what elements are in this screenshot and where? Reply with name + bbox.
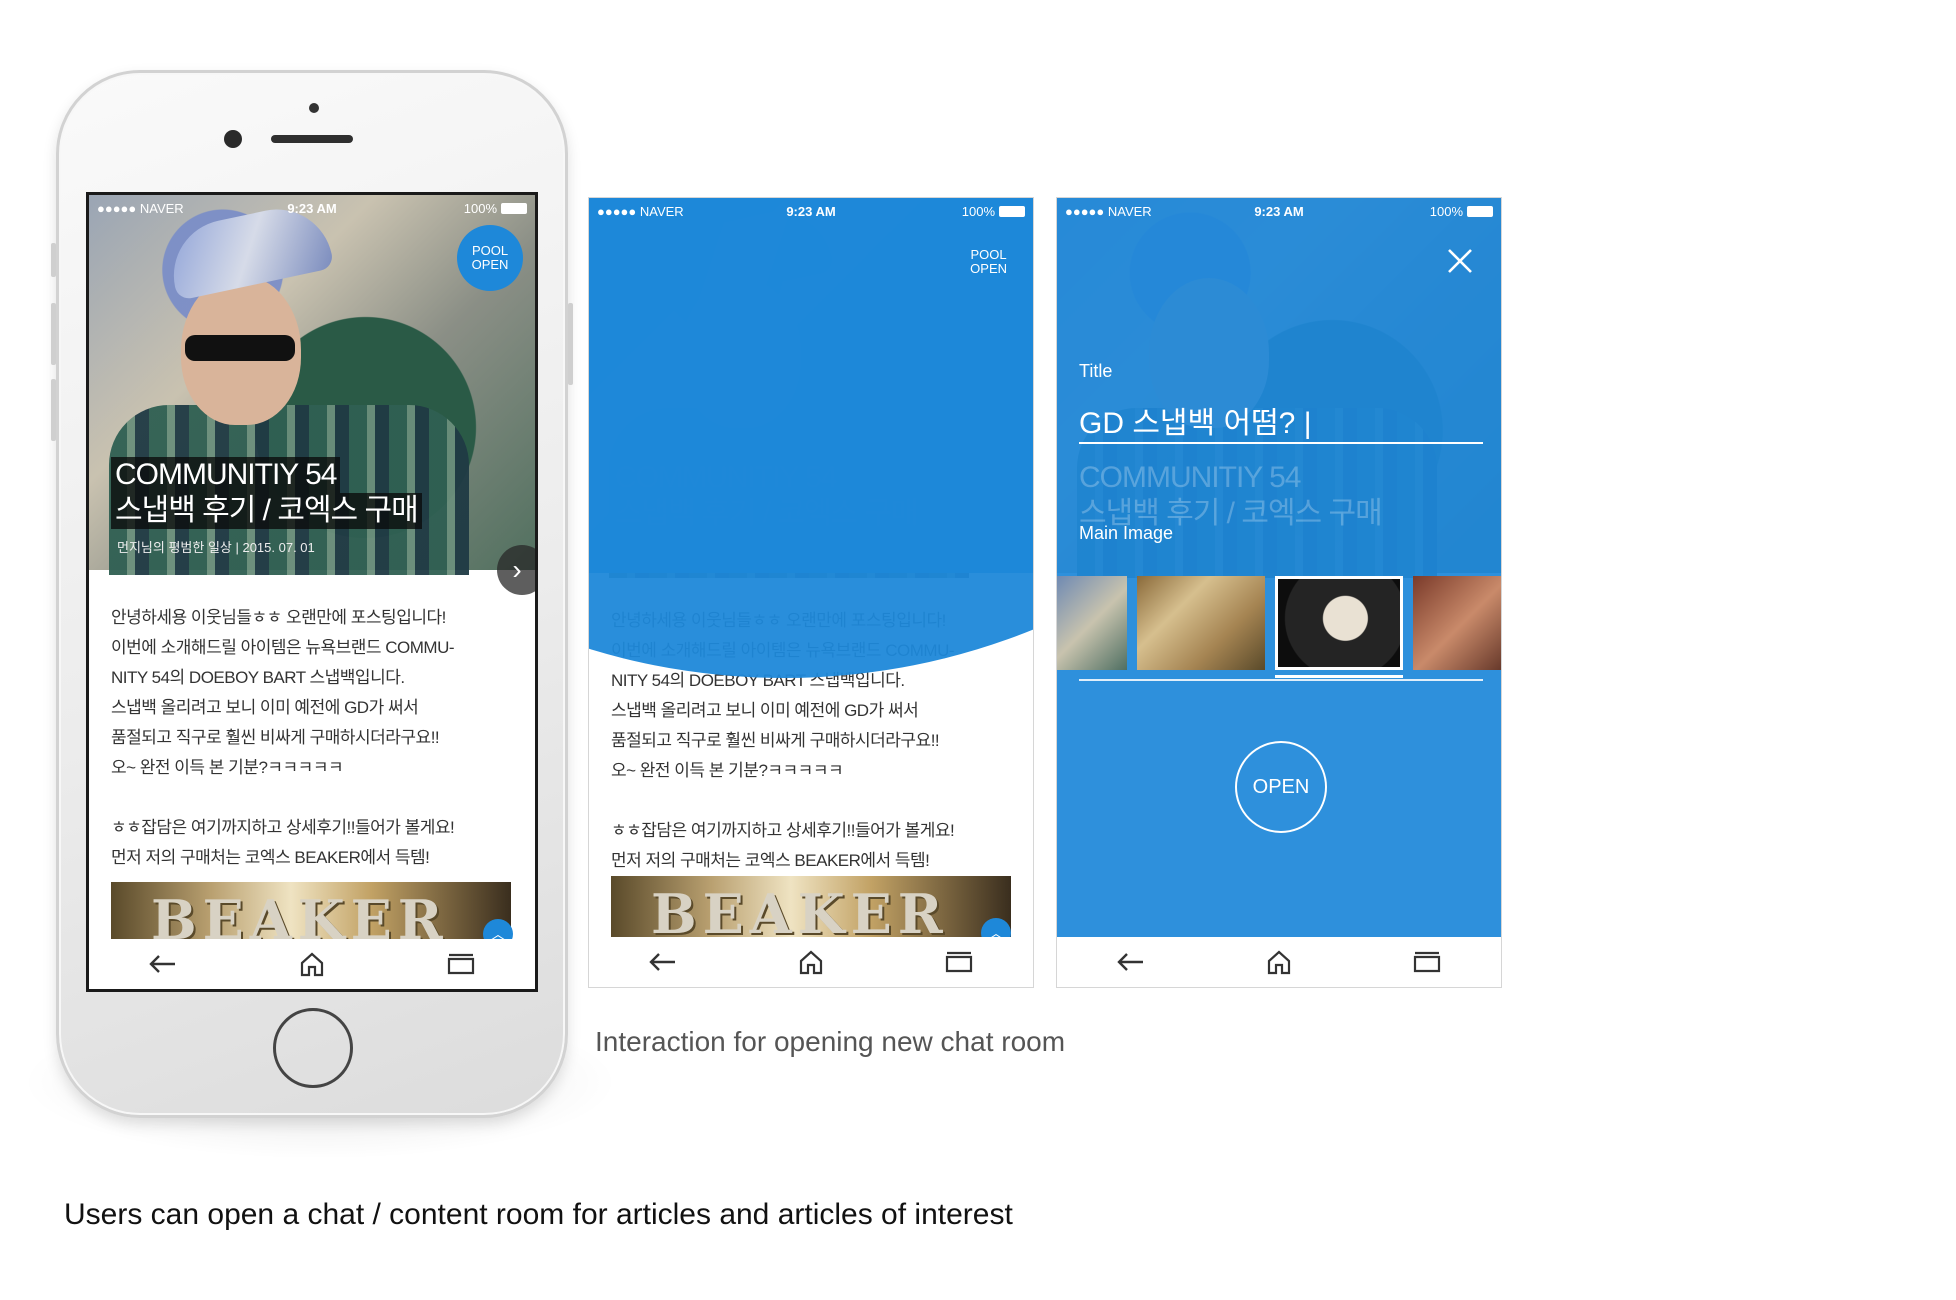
image-thumbnail-selected[interactable] [1275,576,1403,670]
pool-open-label-line2: OPEN [471,257,509,272]
home-icon[interactable] [796,947,826,977]
status-bar: ●●●●● NAVER 9:23 AM 100% [89,195,535,221]
status-carrier: ●●●●● NAVER [597,203,684,219]
article-title-line2: 스냅백 후기 / 코엑스 구매 [111,493,422,529]
image-thumbnail[interactable] [1137,576,1265,670]
body-line: 안녕하세용 이웃님들ㅎㅎ 오랜만에 포스팅입니다! [111,608,446,627]
body-line: 이번에 소개해드릴 아이템은 뉴욕브랜드 COMMU- [111,638,455,657]
transition-screen: COMMUNITIY 54 스냅백 후기 / 코엑스 구매 안녕하세용 이웃님들… [588,197,1034,988]
home-icon[interactable] [297,949,327,979]
phone-volume-up [51,303,56,365]
home-icon[interactable] [1264,947,1294,977]
back-arrow-icon[interactable] [648,947,678,977]
pool-open-button[interactable]: POOL OPEN [457,225,523,291]
article-inline-image: BEAKER [111,882,511,942]
article-meta: 먼지님의 평범한 일상 | 2015. 07. 01 [117,540,315,555]
inline-image-sign-text: BEAKER [651,882,949,942]
tabs-icon[interactable] [446,949,476,979]
status-carrier: ●●●●● NAVER [97,200,184,216]
body-line: 품절되고 직구로 훨씬 비싸게 구매하시더라구요!! [111,728,440,747]
battery-icon [1467,205,1493,217]
expanding-blue-overlay [589,198,1033,950]
open-room-screen: COMMUNITIY 54 스냅백 후기 / 코엑스 구매 ●●●●● NAVE… [1056,197,1502,988]
pool-open-label-line1: POOL [970,247,1007,262]
status-battery: 100% [464,201,527,216]
phone-power-button [568,303,573,385]
title-label: Title [1079,361,1113,381]
main-image-label: Main Image [1079,523,1174,543]
tabs-icon[interactable] [1412,947,1442,977]
status-time: 9:23 AM [1254,203,1304,219]
body-line: ㅎㅎ잡담은 여기까지하고 상세후기!!들어가 볼게요! [111,818,455,837]
status-bar: ●●●●● NAVER 9:23 AM 100% [1057,198,1501,224]
status-time: 9:23 AM [287,200,337,216]
article-title-line1: COMMUNITIY 54 [111,457,341,493]
article-body: 안녕하세용 이웃님들ㅎㅎ 오랜만에 포스팅입니다! 이번에 소개해드릴 아이템은… [111,603,519,903]
body-line: 스냅백 올리려고 보니 이미 예전에 GD가 써서 [111,698,419,717]
status-carrier: ●●●●● NAVER [1065,203,1152,219]
main-image-picker [1057,576,1501,670]
article-headline: COMMUNITIY 54 스냅백 후기 / 코엑스 구매 먼지님의 평범한 일… [111,457,422,556]
close-icon[interactable] [1443,244,1477,278]
battery-icon [999,205,1025,217]
phone-front-camera [224,130,242,148]
back-arrow-icon[interactable] [148,949,178,979]
body-line: 오~ 완전 이득 본 기분?ㅋㅋㅋㅋㅋ [111,758,344,777]
phone-mute-switch [51,243,56,277]
picker-underline [1079,679,1483,681]
back-arrow-icon[interactable] [1116,947,1146,977]
body-line: NITY 54의 DOEBOY BART 스냅백입니다. [111,668,405,687]
chevron-right-icon: › [512,554,522,585]
pool-open-label-line2: OPEN [970,261,1007,276]
body-line: 먼저 저의 구매처는 코엑스 BEAKER에서 득템! [111,848,430,867]
phone-home-button[interactable] [273,1008,353,1088]
interaction-caption: Interaction for opening new chat room [595,1026,1066,1057]
phone-volume-down [51,379,56,441]
battery-percent: 100% [961,203,995,219]
status-time: 9:23 AM [786,203,836,219]
open-button[interactable]: OPEN [1235,741,1327,833]
next-article-button[interactable]: › [497,545,535,595]
bottom-nav [589,937,1033,987]
tabs-icon[interactable] [944,947,974,977]
title-input[interactable] [1079,398,1483,444]
bottom-nav [89,939,535,989]
pool-open-label-line1: POOL [471,243,509,258]
image-thumbnail[interactable] [1057,576,1127,670]
status-battery: 100% [962,204,1025,219]
faded-title-line1: COMMUNITIY 54 [1079,461,1301,494]
phone-sensor [309,103,319,113]
summary-caption: Users can open a chat / content room for… [64,1198,1013,1231]
battery-icon [501,202,527,214]
bottom-nav [1057,937,1501,987]
inline-image-sign-text: BEAKER [151,888,449,942]
hero-glasses-shape [185,335,295,361]
overlay-circle [589,198,1033,678]
article-screen: ●●●●● NAVER 9:23 AM 100% POOL OPEN COMMU… [86,192,538,992]
status-battery: 100% [1430,204,1493,219]
status-bar: ●●●●● NAVER 9:23 AM 100% [589,198,1033,224]
blue-overlay [1057,198,1501,950]
article-paragraph-1: 안녕하세용 이웃님들ㅎㅎ 오랜만에 포스팅입니다! 이번에 소개해드릴 아이템은… [111,603,519,783]
article-inline-image: BEAKER [611,876,1011,942]
image-thumbnail[interactable] [1413,576,1501,670]
article-paragraph-2: ㅎㅎ잡담은 여기까지하고 상세후기!!들어가 볼게요! 먼저 저의 구매처는 코… [111,813,519,873]
battery-percent: 100% [463,200,497,216]
pool-open-button[interactable]: POOL OPEN [970,248,1007,276]
battery-percent: 100% [1429,203,1463,219]
faded-article-title: COMMUNITIY 54 스냅백 후기 / 코엑스 구매 [1079,460,1383,532]
phone-speaker [271,135,353,143]
picker-selection-indicator [1275,675,1403,678]
